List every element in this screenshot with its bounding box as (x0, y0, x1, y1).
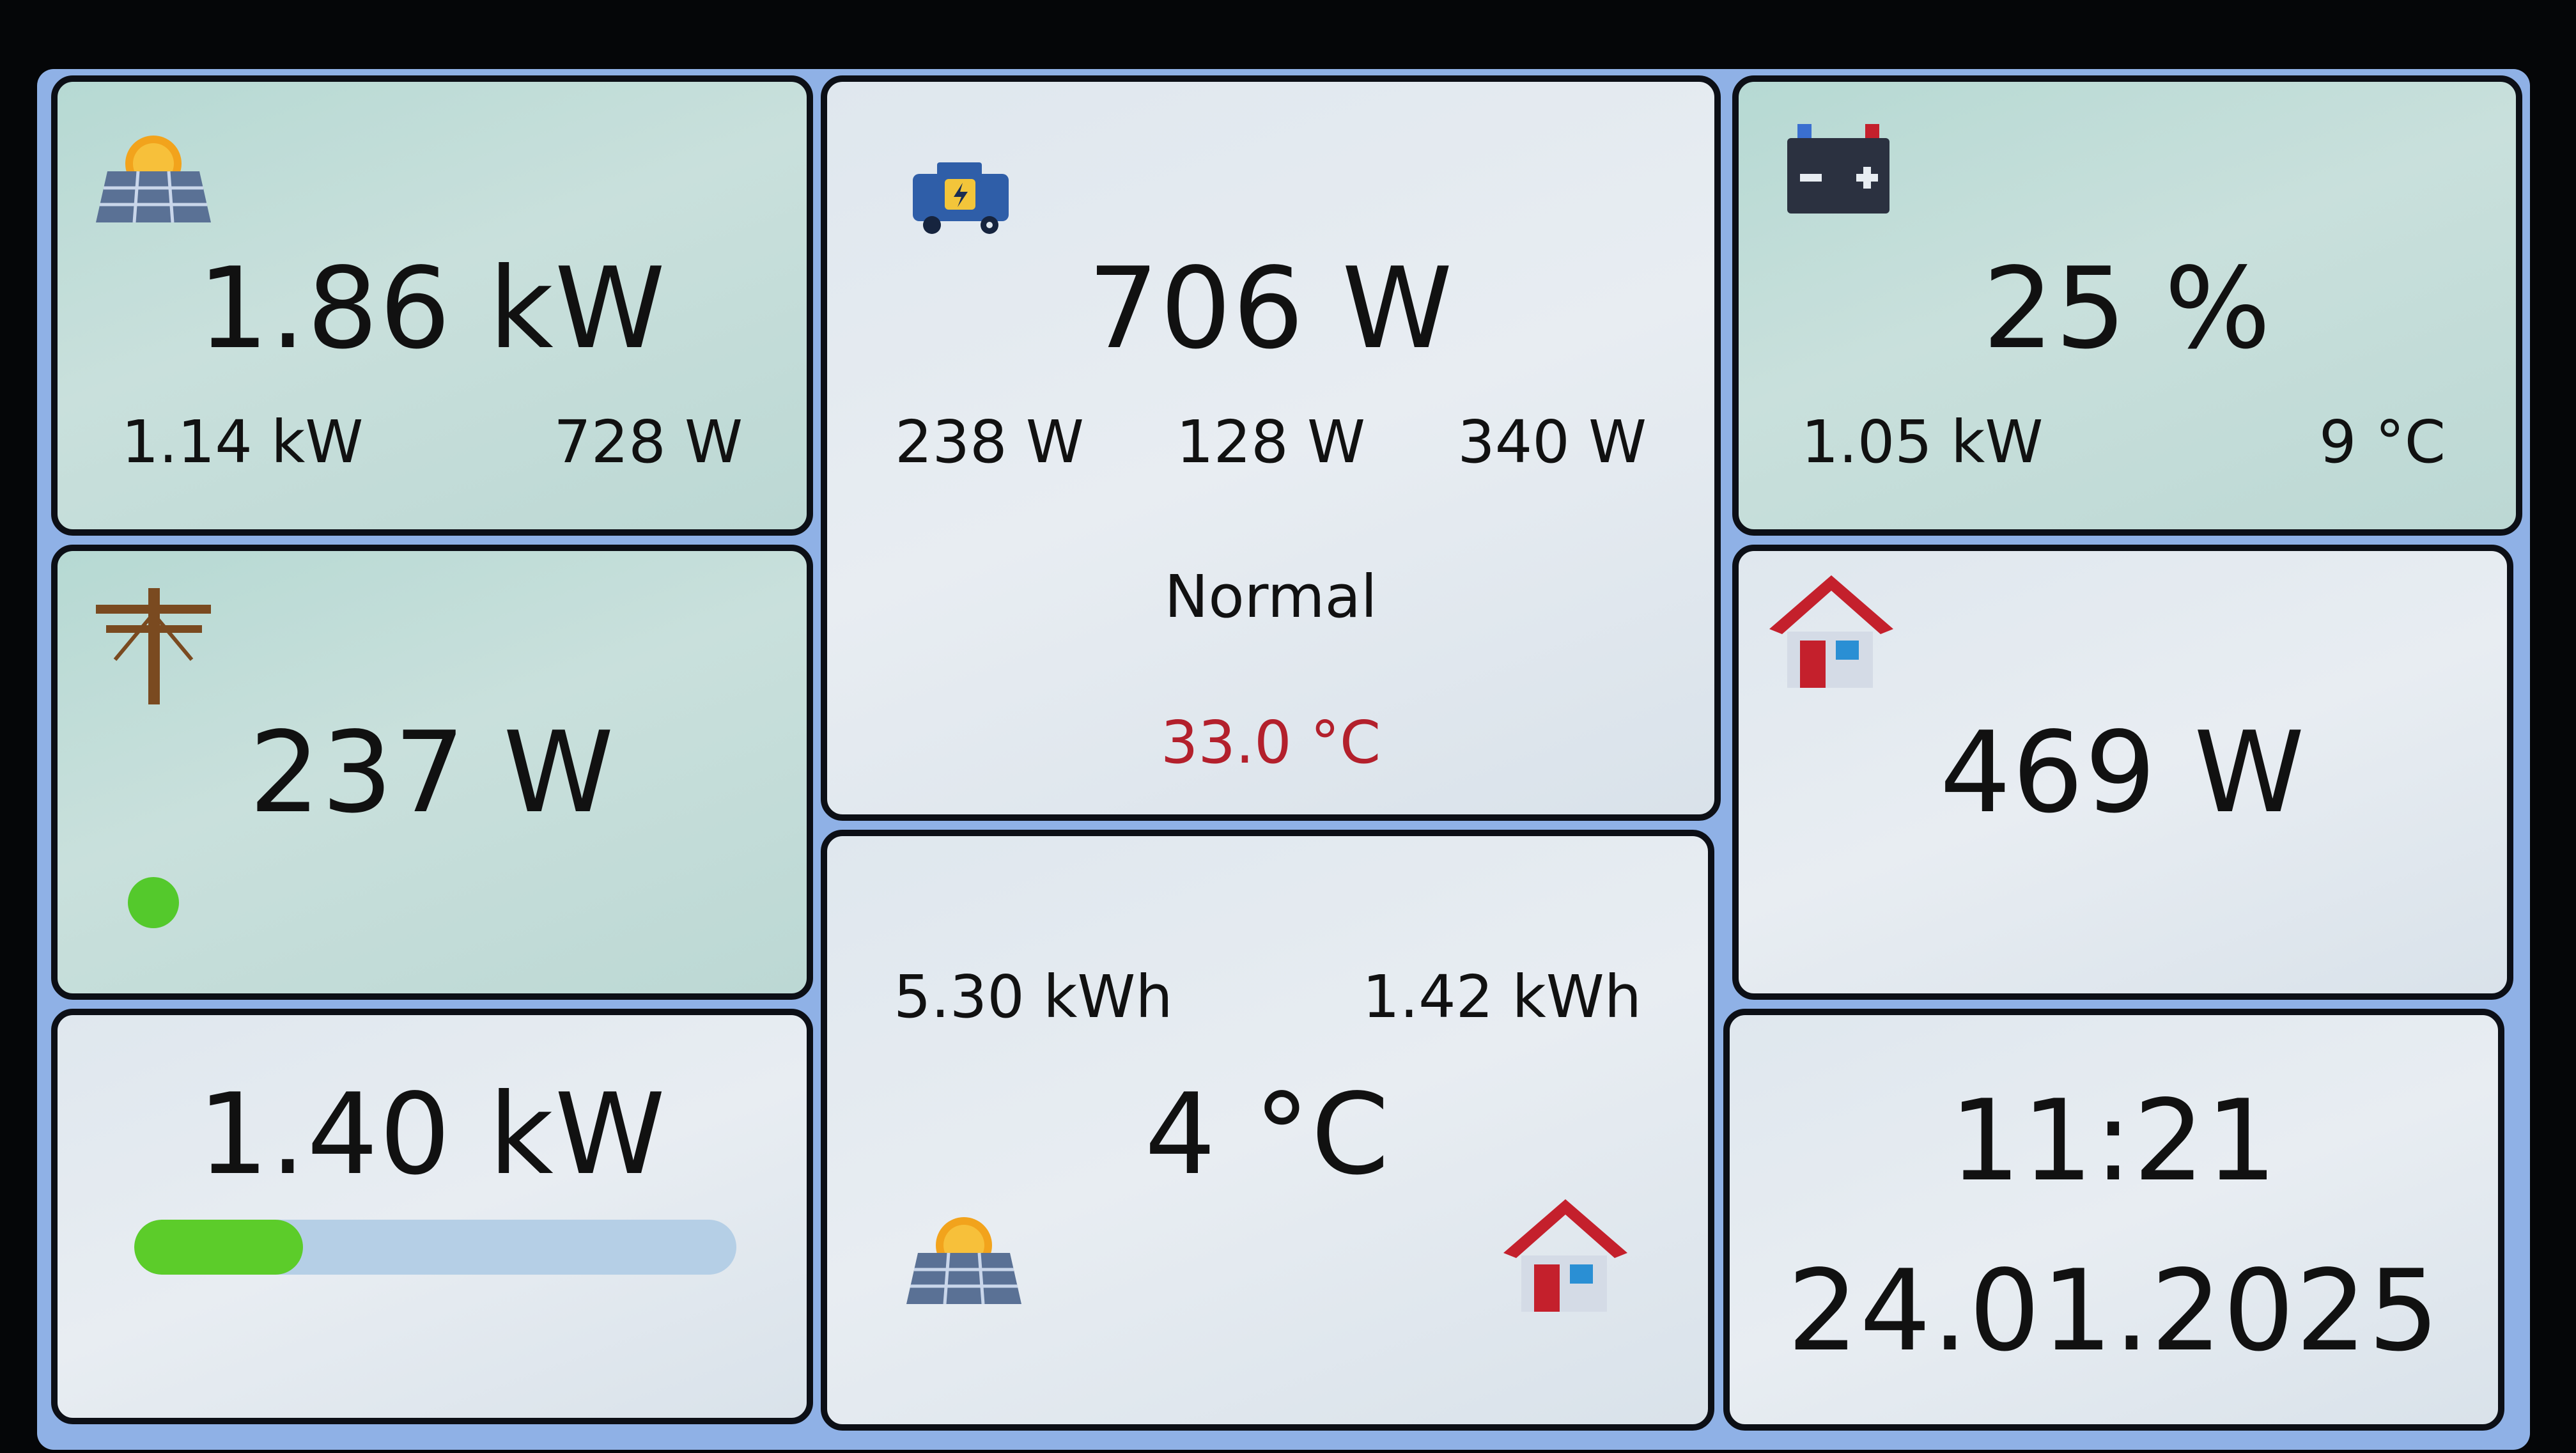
daily-solar-energy: 5.30 kWh (894, 963, 1173, 1031)
solar-tile[interactable]: 1.86 kW 1.14 kW 728 W (51, 75, 813, 536)
solar-total-power: 1.86 kW (198, 244, 667, 374)
inverter-status: Normal (1164, 563, 1377, 631)
home-load-power: 469 W (1939, 708, 2306, 838)
house-icon (1503, 1199, 1627, 1312)
battery-icon (1787, 124, 1889, 214)
load-bar-tile[interactable]: 1.40 kW (51, 1009, 813, 1424)
solar-string1-power: 1.14 kW (121, 408, 364, 476)
inverter-icon (913, 162, 1009, 234)
solar-panel-icon (96, 136, 211, 223)
daily-home-energy: 1.42 kWh (1362, 963, 1641, 1031)
clock-tile[interactable]: 11:21 24.01.2025 (1723, 1009, 2504, 1431)
solar-panel-icon (906, 1217, 1021, 1305)
clock-time: 11:21 (1949, 1076, 2279, 1206)
battery-tile[interactable]: 25 % 1.05 kW 9 °C (1732, 75, 2522, 536)
daily-energy-tile[interactable]: 5.30 kWh 1.42 kWh 4 °C (821, 830, 1714, 1431)
outdoor-temperature: 4 °C (1144, 1070, 1391, 1200)
grid-status-indicator (128, 877, 179, 928)
load-progress-fill (134, 1220, 303, 1275)
load-power: 1.40 kW (198, 1070, 667, 1200)
battery-soc: 25 % (1982, 244, 2272, 374)
inverter-tile[interactable]: 706 W 238 W 128 W 340 W Normal 33.0 °C (821, 75, 1721, 821)
grid-power: 237 W (249, 708, 616, 838)
battery-power: 1.05 kW (1801, 408, 2044, 476)
inverter-temperature: 33.0 °C (1160, 708, 1381, 777)
home-tile[interactable]: 469 W (1732, 545, 2513, 1000)
power-pole-icon (96, 588, 211, 704)
load-progress-bar (134, 1220, 736, 1275)
inverter-total-power: 706 W (1087, 244, 1454, 374)
solar-string2-power: 728 W (554, 408, 743, 476)
house-icon (1769, 575, 1893, 688)
clock-date: 24.01.2025 (1787, 1247, 2440, 1376)
battery-temperature: 9 °C (2318, 408, 2446, 476)
grid-tile[interactable]: 237 W (51, 545, 813, 1000)
inverter-phase3-power: 340 W (1457, 408, 1647, 476)
